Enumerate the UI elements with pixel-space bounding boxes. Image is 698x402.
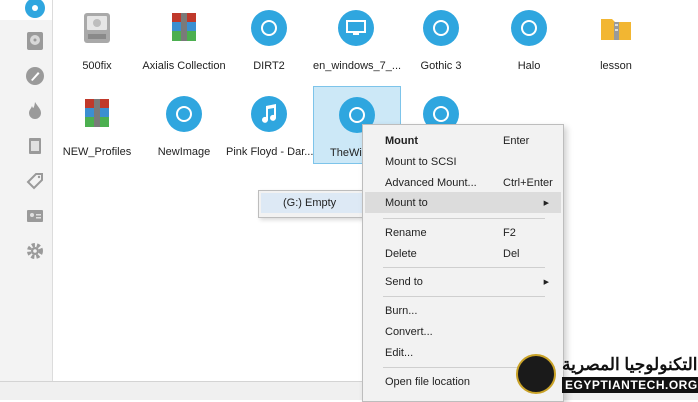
- image-item-dirt2[interactable]: DIRT2: [226, 0, 312, 76]
- image-item-pink-floyd[interactable]: Pink Floyd - Dar...: [226, 86, 313, 162]
- sidebar-item-images[interactable]: [22, 0, 48, 21]
- sidebar-item-tools[interactable]: [22, 168, 48, 194]
- image-item-lesson[interactable]: lesson: [573, 0, 659, 76]
- usb-drive-icon: [29, 138, 41, 154]
- gear-icon: [27, 243, 43, 259]
- sidebar-item-edit[interactable]: [22, 63, 48, 89]
- disc-icon: [166, 96, 202, 132]
- sidebar: [0, 0, 53, 400]
- submenu-item-label: (G:) Empty: [283, 197, 337, 209]
- watermark-arabic-text: التكنولوجيا المصرية: [562, 355, 698, 374]
- sidebar-item-settings[interactable]: [22, 238, 48, 264]
- menu-item-mount[interactable]: Mount Enter: [365, 130, 561, 151]
- flame-icon: [29, 102, 41, 119]
- menu-item-delete[interactable]: Delete Del: [365, 243, 561, 264]
- image-item-gothic-3[interactable]: Gothic 3: [398, 0, 484, 76]
- image-item-axialis-collection[interactable]: Axialis Collection: [141, 0, 227, 76]
- disc-icon: [25, 0, 45, 18]
- menu-separator: [383, 296, 545, 297]
- image-item-newimage[interactable]: NewImage: [141, 86, 227, 162]
- virtual-drive-icon: [27, 32, 43, 50]
- menu-item-mount-to[interactable]: Mount to ▶: [365, 192, 561, 213]
- menu-item-mount-to-scsi[interactable]: Mount to SCSI: [365, 151, 561, 172]
- logo-seal-icon: [516, 354, 556, 394]
- pencil-icon: [26, 67, 44, 85]
- image-item-new-profiles[interactable]: NEW_Profiles: [54, 86, 140, 162]
- archive-icon: [172, 13, 196, 41]
- mount-to-submenu: (G:) Empty: [258, 190, 370, 218]
- music-disc-icon: [251, 96, 287, 132]
- chevron-right-icon: ▶: [543, 199, 549, 207]
- watermark: التكنولوجيا المصرية EGYPTIANTECH.ORG: [514, 352, 698, 396]
- hard-disk-icon: [84, 13, 110, 43]
- sidebar-item-burn[interactable]: [22, 98, 48, 124]
- archive-icon: [85, 99, 109, 127]
- menu-item-convert[interactable]: Convert...: [365, 321, 561, 342]
- sidebar-item-bootable[interactable]: [22, 133, 48, 159]
- id-card-icon: [27, 210, 43, 222]
- disc-icon: [511, 10, 547, 46]
- submenu-item-drive-g[interactable]: (G:) Empty: [261, 193, 367, 213]
- disc-icon: [251, 10, 287, 46]
- menu-item-send-to[interactable]: Send to ▶: [365, 271, 561, 292]
- image-item-en-windows-7[interactable]: en_windows_7_...: [313, 0, 401, 76]
- monitor-disc-icon: [338, 10, 374, 46]
- sidebar-item-catalog[interactable]: [22, 203, 48, 229]
- image-item-500fix[interactable]: 500fix: [54, 0, 140, 76]
- menu-item-rename[interactable]: Rename F2: [365, 222, 561, 243]
- menu-separator: [383, 218, 545, 219]
- menu-separator: [383, 267, 545, 268]
- menu-item-burn[interactable]: Burn...: [365, 300, 561, 321]
- sidebar-item-virtual-drives[interactable]: [22, 28, 48, 54]
- image-item-halo[interactable]: Halo: [486, 0, 572, 76]
- watermark-english-text: EGYPTIANTECH.ORG: [562, 377, 698, 393]
- chevron-right-icon: ▶: [543, 278, 549, 286]
- menu-item-advanced-mount[interactable]: Advanced Mount... Ctrl+Enter: [365, 172, 561, 193]
- disc-icon: [423, 10, 459, 46]
- tag-icon: [26, 173, 43, 190]
- zip-folder-icon: [601, 19, 631, 40]
